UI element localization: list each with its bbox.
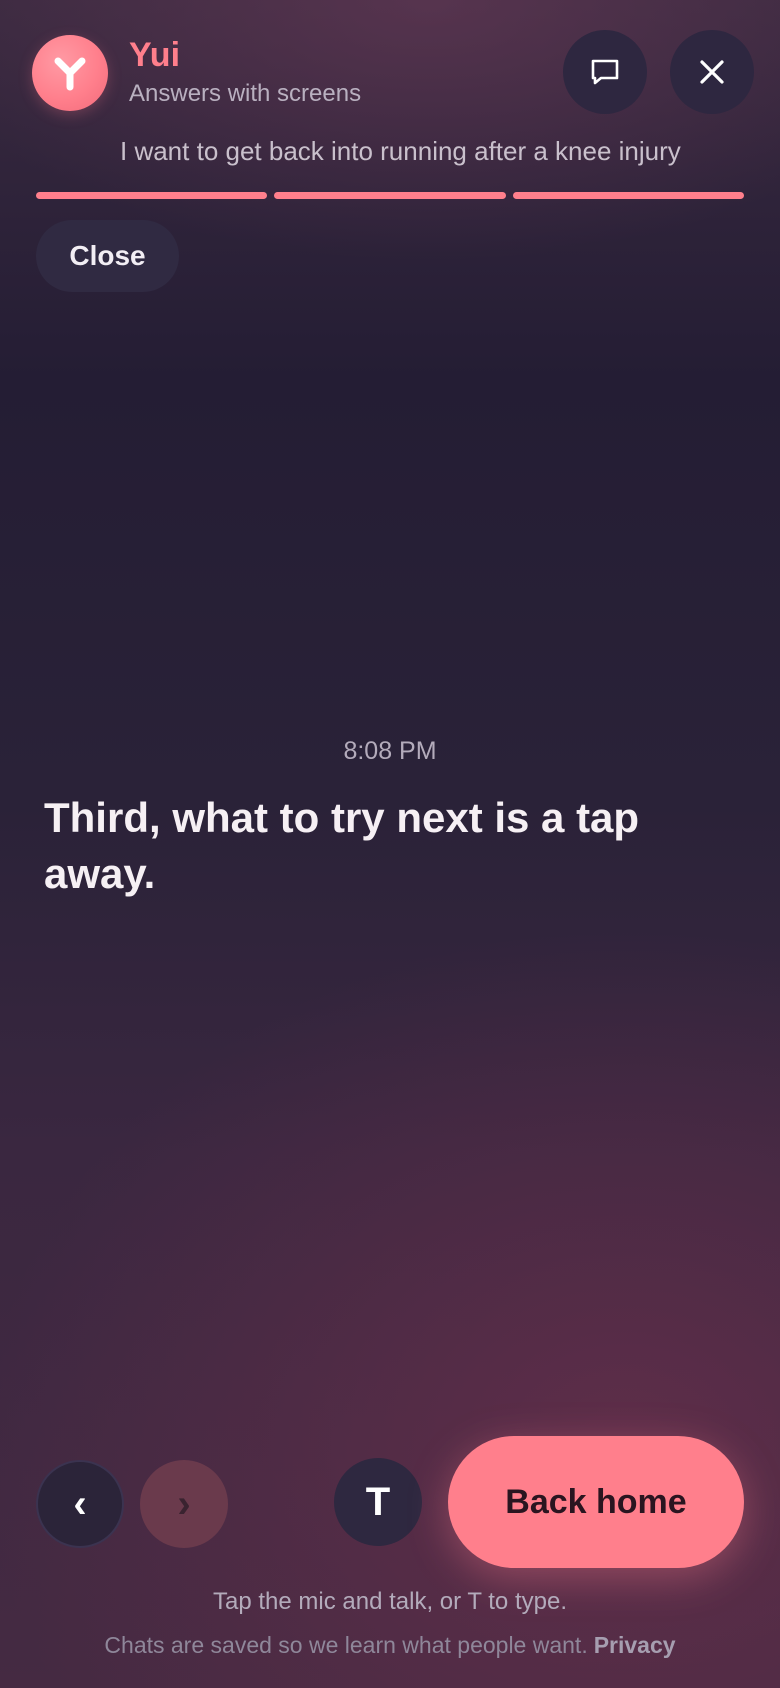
close-overlay-button[interactable] [670, 30, 754, 114]
footer-note: Chats are saved so we learn what people … [0, 1632, 780, 1659]
chat-bubble-icon [591, 59, 619, 85]
assistant-message: Third, what to try next is a tap away. [44, 794, 640, 897]
app-name: Yui [129, 36, 181, 74]
privacy-link[interactable]: Privacy [594, 1632, 676, 1658]
type-button[interactable]: T [334, 1458, 422, 1546]
yui-logo-avatar [32, 35, 108, 111]
chevron-left-icon: ‹ [73, 1481, 87, 1526]
footer-text: Chats are saved so we learn what people … [104, 1632, 588, 1658]
back-home-button[interactable]: Back home [448, 1436, 744, 1568]
story-progress-bar [36, 192, 744, 199]
progress-segment [512, 192, 744, 199]
chat-button[interactable] [563, 30, 647, 114]
header: Yui Answers with screens I want to get b… [0, 0, 780, 210]
chevron-right-icon: › [177, 1481, 191, 1526]
yui-logo-icon [54, 57, 86, 91]
input-hint: Tap the mic and talk, or T to type. [213, 1588, 567, 1615]
previous-button[interactable]: ‹ [36, 1460, 124, 1548]
query-preview[interactable]: I want to get back into running after a … [120, 136, 740, 167]
progress-segment [274, 192, 506, 199]
progress-segment [36, 192, 268, 199]
next-button[interactable]: › [140, 1460, 228, 1548]
app-subtitle: Answers with screens [129, 80, 362, 107]
close-icon [700, 60, 724, 84]
close-button[interactable]: Close [36, 220, 179, 292]
message-timestamp: 8:08 PM [343, 737, 437, 765]
